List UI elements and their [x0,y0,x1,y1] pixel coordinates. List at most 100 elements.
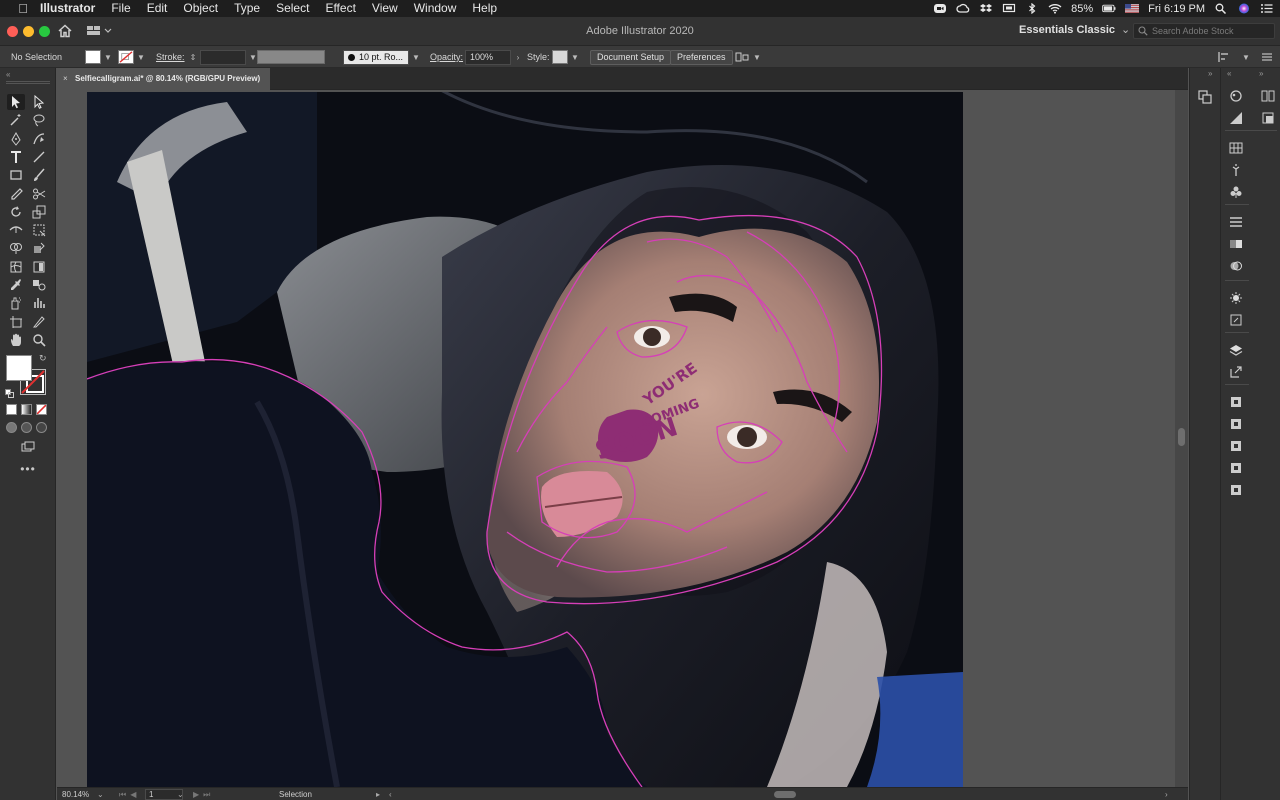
asset-panel-icon-5[interactable] [1228,482,1244,498]
swap-fill-stroke-icon[interactable]: ↻ [39,353,47,364]
column-graph-tool-icon[interactable] [30,295,48,311]
line-segment-tool-icon[interactable] [30,149,48,165]
draw-normal-icon[interactable] [6,421,17,433]
arrange-control[interactable]: ▼ [735,46,762,68]
zoom-meeting-icon[interactable] [933,3,947,14]
brush-definition-field[interactable]: 10 pt. Ro... [343,49,409,65]
stroke-weight-control[interactable]: ⇕ ▼ [188,46,258,68]
stroke-color-control[interactable]: ▼ [118,46,146,68]
align-icon[interactable] [735,51,749,63]
fill-swatch-large[interactable] [6,355,32,381]
appearance-panel-icon[interactable] [1228,290,1244,306]
pencil-tool-icon[interactable] [7,186,25,202]
menu-window[interactable]: Window [406,0,465,17]
graphic-styles-panel-icon[interactable] [1228,312,1244,328]
color-guide-panel-icon[interactable] [1228,110,1244,126]
none-mode-icon[interactable] [36,403,47,415]
fill-swatch[interactable] [85,50,101,64]
stroke-label[interactable]: Stroke: [156,46,185,68]
change-screen-mode-icon[interactable] [19,439,37,455]
type-tool-icon[interactable] [7,149,25,165]
battery-icon[interactable] [1102,3,1116,14]
artboard-nav-back-icons[interactable]: ⏮◀ [119,788,140,800]
chevron-down-icon[interactable]: ▼ [1241,50,1251,64]
collapse-panel-icon[interactable]: « [6,70,10,79]
selection-tool-icon[interactable] [7,94,25,110]
transparency-panel-icon[interactable] [1228,258,1244,274]
zoom-tool-icon[interactable] [30,332,48,348]
scroll-right-icon[interactable]: › [1165,788,1168,800]
stroke-weight-field[interactable] [200,49,246,65]
document-setup-button[interactable]: Document Setup [590,49,672,65]
notification-center-icon[interactable] [1260,3,1274,14]
apple-menu-icon[interactable]:  [12,1,34,16]
us-flag-icon[interactable] [1125,3,1140,14]
libraries-panel-icon[interactable] [1260,88,1276,104]
live-paint-tool-icon[interactable] [30,240,48,256]
horizontal-scroll-thumb[interactable] [774,791,796,798]
properties-panel-icon[interactable] [1197,89,1213,105]
collapse-panel-icon[interactable]: » [1208,69,1212,78]
collapse-dock-right-icon[interactable]: » [1259,69,1263,78]
chevron-down-icon[interactable]: ⌄ [177,788,184,800]
panel-menu-icon[interactable] [1261,51,1273,63]
default-fill-stroke-icon[interactable] [5,385,14,398]
window-minimize-button[interactable] [23,26,34,37]
scale-tool-icon[interactable] [30,204,48,220]
cc-libraries-panel-icon[interactable] [1260,110,1276,126]
asset-panel-icon-2[interactable] [1228,416,1244,432]
brush-definition-control[interactable]: 10 pt. Ro... ▼ [343,46,421,68]
bluetooth-icon[interactable] [1025,3,1039,14]
layers-panel-icon[interactable] [1228,342,1244,358]
menu-file[interactable]: File [103,0,138,17]
draw-behind-icon[interactable] [21,421,32,433]
wifi-icon[interactable] [1048,3,1062,14]
vertical-scroll-thumb[interactable] [1178,428,1185,446]
symbol-sprayer-tool-icon[interactable] [7,295,25,311]
slice-tool-icon[interactable] [30,314,48,330]
opacity-control[interactable]: 100% › [465,46,523,68]
menu-app-illustrator[interactable]: Illustrator [34,0,103,17]
clock[interactable]: Fri 6:19 PM [1148,3,1205,15]
width-profile-preview[interactable] [257,50,325,64]
workspace-switcher[interactable]: Essentials Classic ⌄ [1019,23,1130,36]
stepper-icon[interactable]: ⇕ [188,50,198,64]
collapse-dock-icon[interactable]: « [1227,69,1231,78]
draw-inside-icon[interactable] [36,421,47,433]
hand-tool-icon[interactable] [7,332,25,348]
asset-panel-icon-1[interactable] [1228,394,1244,410]
artboard[interactable]: YOU'RE COMING SOON [87,92,963,787]
symbols-panel-icon[interactable] [1228,184,1244,200]
scroll-left-icon[interactable]: ‹ [389,788,392,800]
brushes-panel-icon[interactable] [1228,162,1244,178]
pen-tool-icon[interactable] [7,131,25,147]
lasso-tool-icon[interactable] [30,112,48,128]
panel-grip[interactable] [6,81,50,84]
chevron-down-icon[interactable]: ▼ [136,50,146,64]
opacity-field[interactable]: 100% [465,49,511,65]
gradient-panel-icon[interactable] [1228,236,1244,252]
menu-select[interactable]: Select [268,0,317,17]
color-panel-icon[interactable] [1228,88,1244,104]
stroke-none-swatch[interactable] [118,50,134,64]
blend-tool-icon[interactable] [30,277,48,293]
spotlight-icon[interactable] [1214,3,1228,14]
arrange-documents-icon[interactable] [86,24,114,38]
paintbrush-tool-icon[interactable] [30,167,48,183]
graphic-style-swatch[interactable] [552,50,568,64]
asset-panel-icon-3[interactable] [1228,438,1244,454]
free-transform-tool-icon[interactable] [30,222,48,238]
mesh-tool-icon[interactable] [7,259,25,275]
swatches-panel-icon[interactable] [1228,140,1244,156]
preferences-button[interactable]: Preferences [670,49,733,65]
status-menu-arrow-icon[interactable]: ▸ [376,788,380,800]
chevron-down-icon[interactable]: ▼ [103,50,113,64]
stroke-panel-icon[interactable] [1228,214,1244,230]
menu-type[interactable]: Type [226,0,268,17]
asset-panel-icon-4[interactable] [1228,460,1244,476]
rectangle-tool-icon[interactable] [7,167,25,183]
color-mode-icon[interactable] [6,403,17,415]
chevron-right-icon[interactable]: › [513,50,523,64]
chevron-down-icon[interactable]: ▼ [411,50,421,64]
artboard-nav-forward-icons[interactable]: ▶⏭ [193,788,214,800]
